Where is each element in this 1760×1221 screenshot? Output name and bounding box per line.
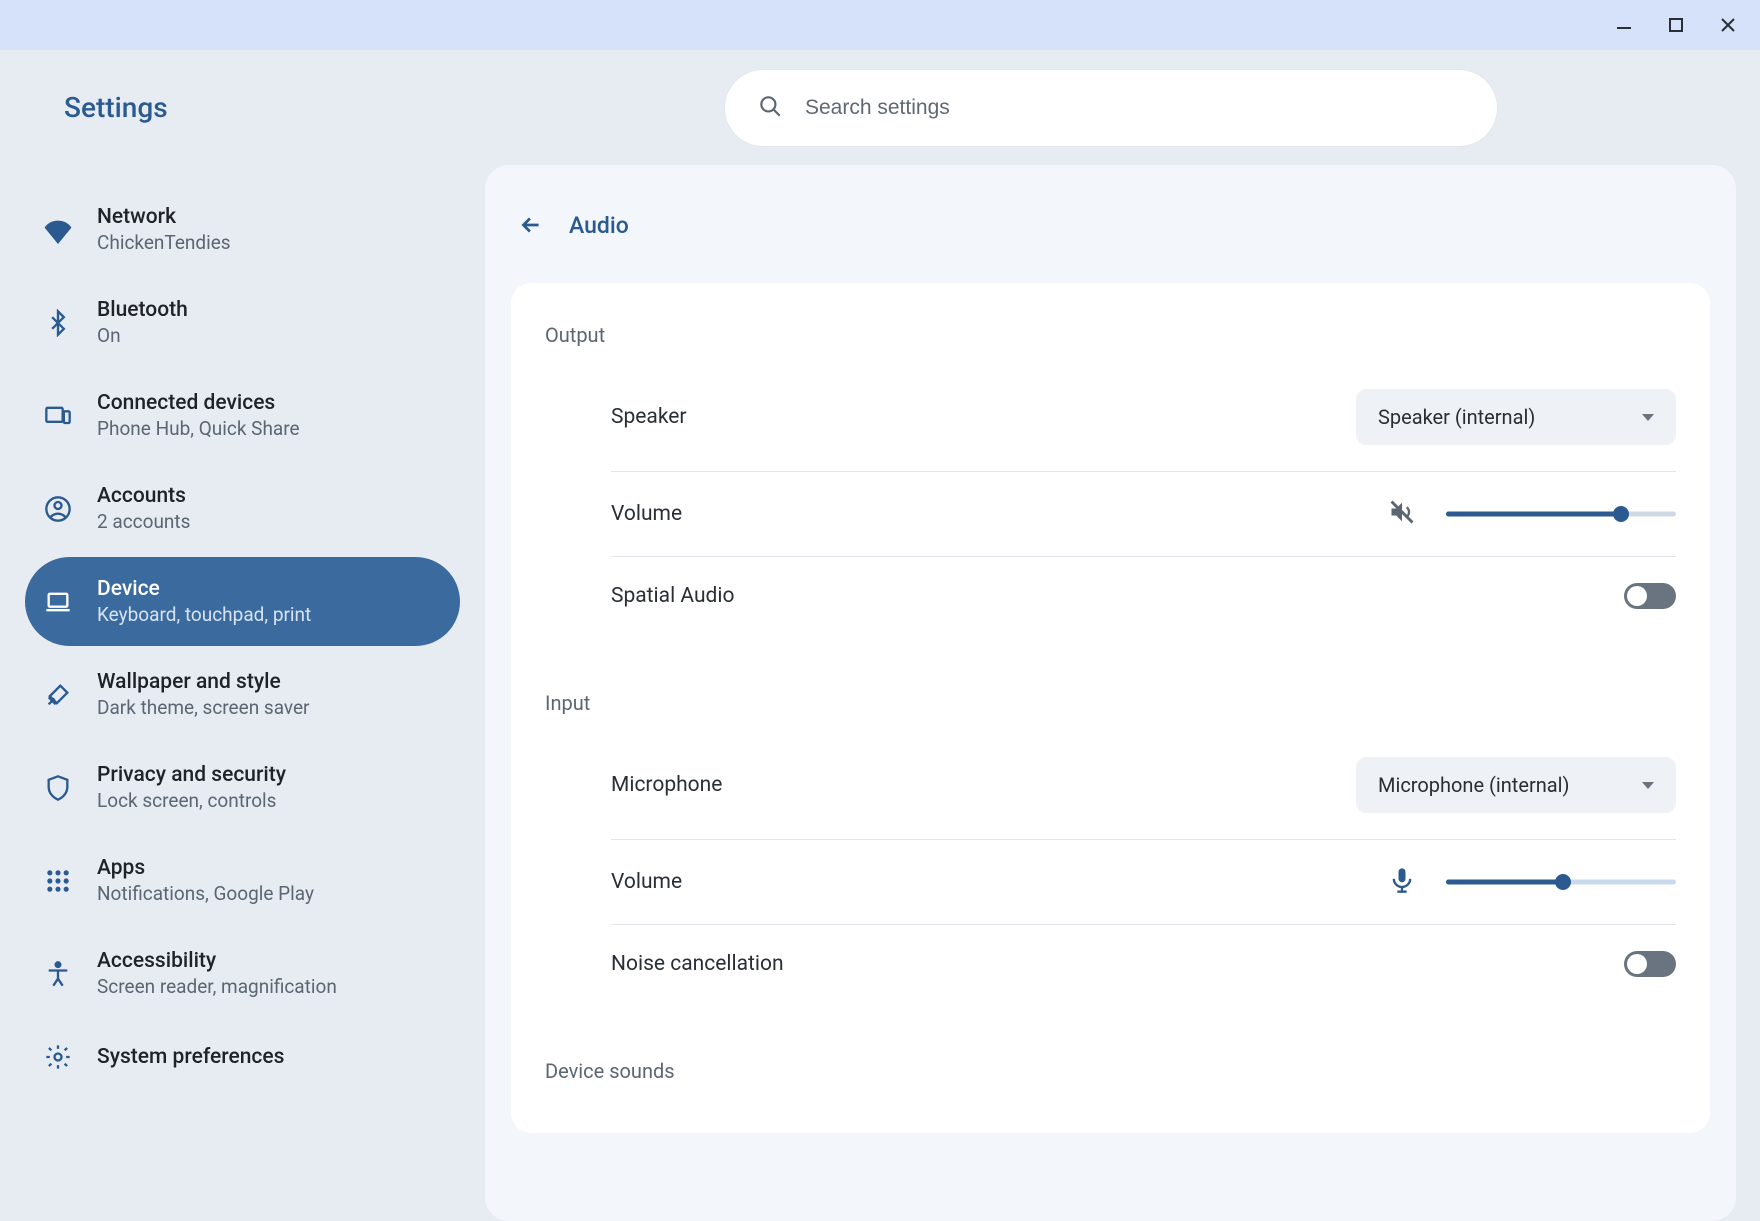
row-input-volume: Volume — [611, 839, 1676, 924]
sidebar-item-label: System preferences — [97, 1045, 284, 1069]
volume-muted-icon[interactable] — [1388, 498, 1416, 530]
sidebar-item-label: Privacy and security — [97, 763, 286, 787]
output-volume-slider[interactable] — [1446, 506, 1676, 522]
chevron-down-icon — [1642, 782, 1654, 789]
maximize-button[interactable] — [1654, 5, 1698, 45]
row-noise-cancellation: Noise cancellation — [611, 924, 1676, 1003]
sidebar-item-sub: Keyboard, touchpad, print — [97, 603, 311, 626]
minimize-button[interactable] — [1602, 5, 1646, 45]
noise-cancellation-toggle[interactable] — [1624, 951, 1676, 977]
microphone-select[interactable]: Microphone (internal) — [1356, 757, 1676, 813]
sidebar-item-wallpaper[interactable]: Wallpaper and style Dark theme, screen s… — [25, 650, 460, 739]
sidebar-item-sub: Notifications, Google Play — [97, 882, 314, 905]
sidebar-item-connected-devices[interactable]: Connected devices Phone Hub, Quick Share — [25, 371, 460, 460]
sidebar-item-device[interactable]: Device Keyboard, touchpad, print — [25, 557, 460, 646]
accessibility-icon — [43, 959, 73, 989]
speaker-label: Speaker — [611, 405, 687, 429]
sidebar-item-sub: Screen reader, magnification — [97, 975, 337, 998]
spatial-audio-toggle[interactable] — [1624, 583, 1676, 609]
sidebar-item-sub: On — [97, 324, 188, 347]
sidebar-item-sub: 2 accounts — [97, 510, 190, 533]
row-speaker: Speaker Speaker (internal) — [611, 363, 1676, 471]
account-icon — [43, 494, 73, 524]
search-input[interactable] — [805, 96, 1465, 120]
sidebar-item-accounts[interactable]: Accounts 2 accounts — [25, 464, 460, 553]
sidebar-item-system[interactable]: System preferences — [25, 1022, 460, 1092]
microphone-icon[interactable] — [1388, 866, 1416, 898]
speaker-select[interactable]: Speaker (internal) — [1356, 389, 1676, 445]
sidebar-item-label: Accounts — [97, 484, 190, 508]
sidebar-item-sub: ChickenTendies — [97, 231, 231, 254]
section-output-label: Output — [545, 323, 1676, 347]
search-icon — [757, 93, 783, 123]
sidebar-item-network[interactable]: Network ChickenTendies — [25, 185, 460, 274]
sidebar-item-label: Bluetooth — [97, 298, 188, 322]
spatial-audio-label: Spatial Audio — [611, 584, 735, 608]
apps-grid-icon — [43, 866, 73, 896]
speaker-select-value: Speaker (internal) — [1378, 405, 1535, 429]
sidebar-item-apps[interactable]: Apps Notifications, Google Play — [25, 836, 460, 925]
sidebar-item-label: Apps — [97, 856, 314, 880]
bluetooth-icon — [43, 308, 73, 338]
sidebar-item-label: Device — [97, 577, 311, 601]
sidebar-item-label: Wallpaper and style — [97, 670, 310, 694]
devices-icon — [43, 401, 73, 431]
back-button[interactable] — [511, 205, 551, 245]
shield-icon — [43, 773, 73, 803]
sidebar-item-label: Connected devices — [97, 391, 300, 415]
app-title: Settings — [0, 91, 485, 124]
search-bar[interactable] — [725, 70, 1497, 146]
content-panel: Audio Output Speaker Speaker (internal) — [485, 165, 1736, 1221]
wifi-icon — [43, 215, 73, 245]
laptop-icon — [43, 587, 73, 617]
sidebar-item-sub: Dark theme, screen saver — [97, 696, 310, 719]
gear-icon — [43, 1042, 73, 1072]
brush-icon — [43, 680, 73, 710]
close-button[interactable] — [1706, 5, 1750, 45]
sidebar-item-privacy[interactable]: Privacy and security Lock screen, contro… — [25, 743, 460, 832]
sidebar-item-sub: Phone Hub, Quick Share — [97, 417, 300, 440]
chevron-down-icon — [1642, 414, 1654, 421]
sidebar-item-bluetooth[interactable]: Bluetooth On — [25, 278, 460, 367]
row-spatial-audio: Spatial Audio — [611, 556, 1676, 635]
sidebar-item-label: Accessibility — [97, 949, 337, 973]
microphone-select-value: Microphone (internal) — [1378, 773, 1569, 797]
sidebar: Network ChickenTendies Bluetooth On — [0, 165, 485, 1221]
noise-cancellation-label: Noise cancellation — [611, 952, 784, 976]
section-input-label: Input — [545, 691, 1676, 715]
input-volume-label: Volume — [611, 870, 682, 894]
row-microphone: Microphone Microphone (internal) — [611, 731, 1676, 839]
window-titlebar — [0, 0, 1760, 50]
microphone-label: Microphone — [611, 773, 722, 797]
section-device-sounds-label: Device sounds — [545, 1059, 1676, 1083]
sidebar-item-label: Network — [97, 205, 231, 229]
sidebar-item-sub: Lock screen, controls — [97, 789, 286, 812]
sidebar-item-accessibility[interactable]: Accessibility Screen reader, magnificati… — [25, 929, 460, 1018]
row-output-volume: Volume — [611, 471, 1676, 556]
output-volume-label: Volume — [611, 502, 682, 526]
input-volume-slider[interactable] — [1446, 874, 1676, 890]
page-title: Audio — [569, 212, 629, 239]
